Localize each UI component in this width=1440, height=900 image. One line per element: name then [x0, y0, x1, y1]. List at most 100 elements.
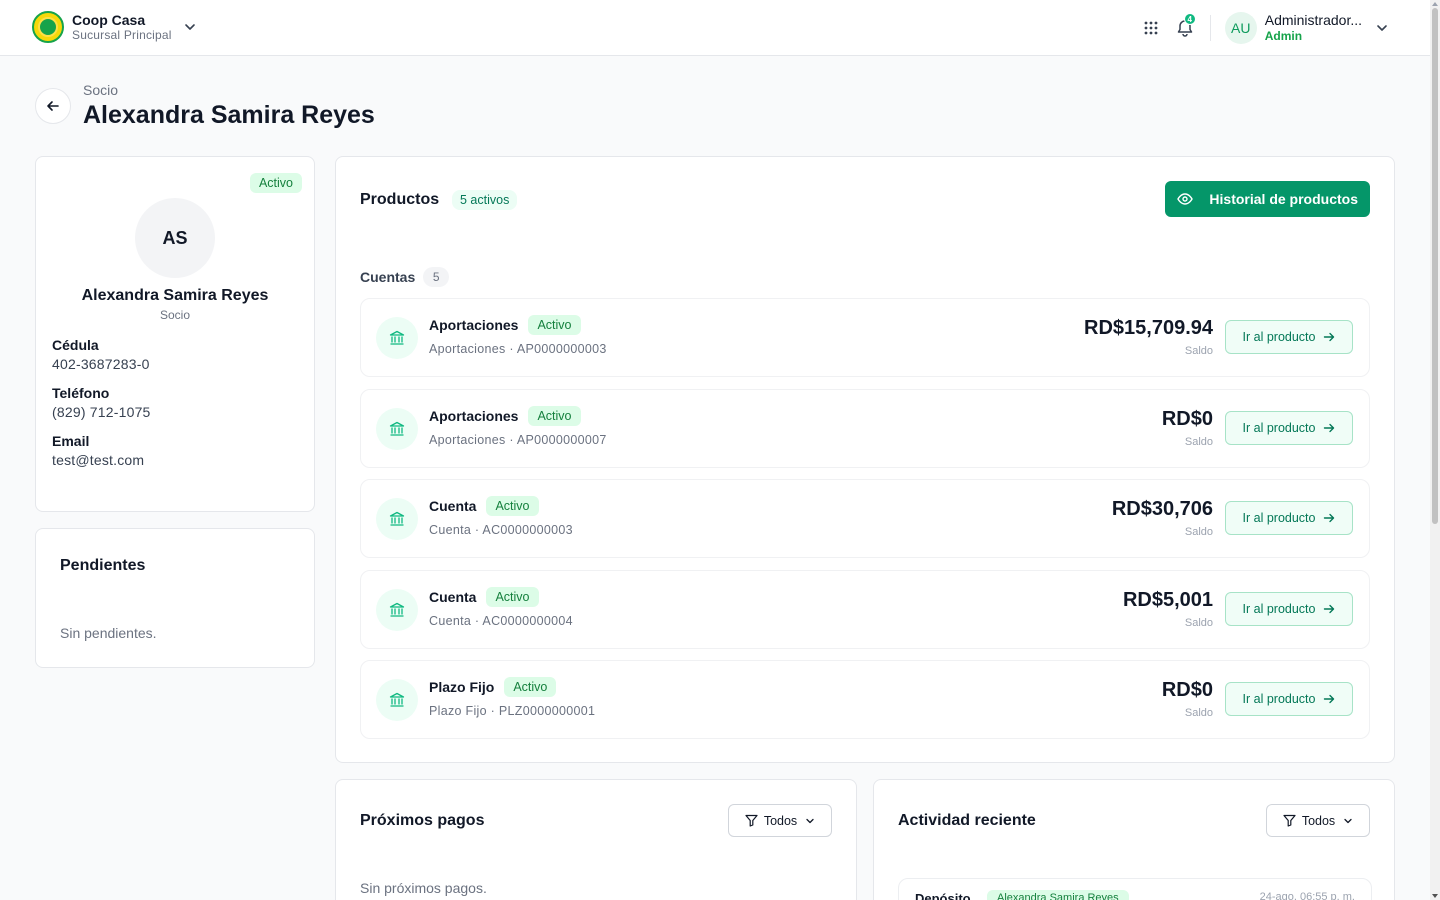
account-name: Cuenta: [429, 498, 477, 514]
go-to-product-label: Ir al producto: [1242, 511, 1316, 525]
activity-type: Depósito: [915, 891, 971, 900]
go-to-product-button[interactable]: Ir al producto: [1225, 411, 1353, 445]
bank-icon: [376, 679, 418, 721]
go-to-product-label: Ir al producto: [1242, 330, 1316, 344]
account-name: Aportaciones: [429, 317, 519, 333]
user-menu[interactable]: Administrador... Admin: [1264, 12, 1362, 43]
products-title: Productos: [360, 191, 440, 208]
pending-empty-text: Sin pendientes.: [60, 625, 157, 641]
status-badge: Activo: [528, 406, 581, 426]
payments-filter-value: Todos: [763, 813, 798, 828]
scroll-up-icon[interactable]: [1432, 1, 1438, 7]
account-name: Aportaciones: [429, 408, 519, 424]
arrow-right-icon: [1324, 423, 1335, 433]
breadcrumb: Socio: [83, 82, 119, 98]
activity-item[interactable]: Depósito Alexandra Samira Reyes 24-ago, …: [898, 878, 1372, 900]
account-name: Plazo Fijo: [429, 679, 495, 695]
member-role: Socio: [159, 308, 191, 322]
bank-icon: [376, 498, 418, 540]
accounts-count-badge: 5: [423, 267, 450, 287]
chevron-down-icon[interactable]: [182, 19, 198, 35]
filter-icon: [745, 814, 758, 827]
accounts-section-label: Cuentas 5: [360, 267, 450, 287]
active-count-badge: 5 activos: [452, 190, 518, 210]
balance-label: Saldo: [1184, 436, 1213, 448]
product-history-button[interactable]: Historial de productos: [1165, 181, 1370, 217]
balance-label: Saldo: [1184, 707, 1213, 719]
products-card: Productos 5 activos Historial de product…: [335, 156, 1395, 763]
field-value: 402-3687283-0: [52, 356, 150, 372]
account-number: Plazo Fijo · PLZ0000000001: [429, 704, 596, 718]
status-badge: Activo: [528, 315, 581, 335]
account-row: Aportaciones Activo Aportaciones · AP0000…: [360, 298, 1370, 377]
chevron-down-icon[interactable]: [1374, 20, 1390, 36]
field-label: Email: [52, 433, 90, 449]
go-to-product-button[interactable]: Ir al producto: [1225, 592, 1353, 626]
account-balance: RD$5,001: [1122, 589, 1213, 611]
go-to-product-label: Ir al producto: [1242, 602, 1316, 616]
page-scrollbar[interactable]: [1430, 0, 1440, 900]
go-to-product-button[interactable]: Ir al producto: [1225, 501, 1353, 535]
status-badge: Activo: [486, 496, 539, 516]
account-row: Aportaciones Activo Aportaciones · AP0000…: [360, 389, 1370, 468]
activity-filter-dropdown[interactable]: Todos: [1266, 804, 1370, 837]
accounts-label: Cuentas: [360, 269, 416, 285]
account-number: Cuenta · AC0000000003: [429, 523, 573, 537]
apps-button[interactable]: [1136, 13, 1166, 43]
recent-activity-card: Actividad reciente Todos Depósito Alexan…: [873, 779, 1395, 900]
org-name: Coop Casa: [72, 11, 146, 28]
field-cedula: Cédula 402-3687283-0: [52, 337, 150, 372]
status-badge: Activo: [486, 587, 539, 607]
activity-time: 24-ago, 06:55 p. m.: [1259, 891, 1355, 900]
payments-filter-dropdown[interactable]: Todos: [728, 804, 832, 837]
arrow-left-icon: [47, 101, 59, 111]
member-avatar: AS: [135, 198, 215, 278]
go-to-product-button[interactable]: Ir al producto: [1225, 682, 1353, 716]
notification-count-badge: 4: [1183, 13, 1196, 25]
activity-filter-value: Todos: [1301, 813, 1336, 828]
grid-icon: [1144, 21, 1158, 35]
account-row: Plazo Fijo Activo Plazo Fijo · PLZ0000000…: [360, 660, 1370, 739]
pending-title: Pendientes: [60, 557, 146, 574]
divider: [1209, 15, 1211, 41]
upcoming-payments-card: Próximos pagos Todos Sin próximos pagos.: [335, 779, 857, 900]
field-value: (829) 712-1075: [52, 404, 151, 420]
recent-activity-title: Actividad reciente: [898, 812, 1036, 829]
member-name: Alexandra Samira Reyes: [81, 287, 269, 304]
field-label: Cédula: [52, 337, 99, 353]
filter-icon: [1283, 814, 1296, 827]
scroll-down-icon[interactable]: [1432, 893, 1438, 899]
account-row: Cuenta Activo Cuenta · AC0000000004 RD$5,…: [360, 570, 1370, 649]
user-avatar[interactable]: AU: [1224, 12, 1257, 44]
member-profile-card: Activo AS Alexandra Samira Reyes Socio C…: [35, 156, 315, 512]
scroll-thumb[interactable]: [1432, 8, 1438, 524]
org-logo: [32, 11, 64, 43]
account-number: Cuenta · AC0000000004: [429, 614, 573, 628]
user-role: Admin: [1264, 28, 1303, 43]
account-name: Cuenta: [429, 589, 477, 605]
notifications-button[interactable]: 4: [1170, 13, 1200, 43]
activity-user-badge: Alexandra Samira Reyes: [987, 890, 1129, 900]
org-switcher[interactable]: Coop Casa Sucursal Principal: [32, 11, 198, 43]
account-balance: RD$0: [1161, 408, 1213, 430]
bank-icon: [376, 317, 418, 359]
arrow-right-icon: [1324, 694, 1335, 704]
bank-icon: [376, 589, 418, 631]
balance-label: Saldo: [1184, 617, 1213, 629]
field-value: test@test.com: [52, 452, 145, 468]
go-to-product-label: Ir al producto: [1242, 692, 1316, 706]
back-button[interactable]: [35, 88, 71, 124]
balance-label: Saldo: [1184, 345, 1213, 357]
arrow-right-icon: [1324, 332, 1335, 342]
pending-card: Pendientes Sin pendientes.: [35, 528, 315, 668]
user-name: Administrador...: [1264, 12, 1362, 29]
chevron-down-icon: [806, 818, 814, 823]
go-to-product-button[interactable]: Ir al producto: [1225, 320, 1353, 354]
account-balance: RD$15,709.94: [1084, 317, 1213, 339]
arrow-right-icon: [1324, 513, 1335, 523]
page-title: Alexandra Samira Reyes: [83, 101, 375, 129]
product-history-label: Historial de productos: [1209, 191, 1358, 207]
upcoming-payments-title: Próximos pagos: [360, 812, 485, 829]
account-row: Cuenta Activo Cuenta · AC0000000003 RD$30…: [360, 479, 1370, 558]
account-balance: RD$30,706: [1111, 498, 1213, 520]
